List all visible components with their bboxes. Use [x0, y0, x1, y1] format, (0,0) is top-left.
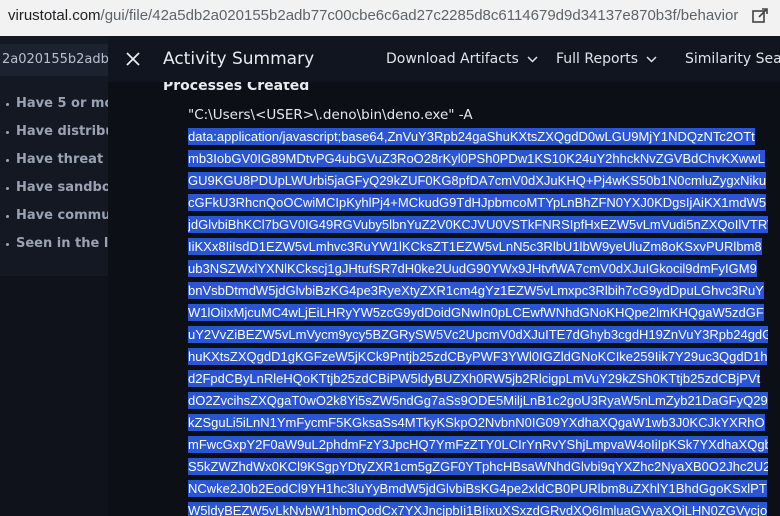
- sidebar-item-label: Have sandbox c: [16, 180, 108, 195]
- sidebar-item[interactable]: Have threat net: [0, 146, 108, 174]
- sidebar-item-label: Have communi: [16, 208, 108, 223]
- bullet-icon: [6, 103, 9, 106]
- download-artifacts-menu[interactable]: Download Artifacts: [386, 36, 538, 82]
- code-line: data:application/javascript;base64,ZnVuY…: [188, 128, 755, 145]
- code-line: S5kZWZhdWx0KCl9KSgpYDtyZXR1cm5gZGF0YTphc…: [188, 456, 768, 478]
- code-line: GU9KGU8PDUpLWUrbi5jaGFyQ29kZUF0KG8pfDA7c…: [188, 172, 767, 189]
- sidebar-item[interactable]: Have distributi: [0, 118, 108, 146]
- code-line: NCwke2J0b2EodCl9YH1hc3luYyBmdW5jdGlvbiBs…: [188, 480, 767, 497]
- bullet-icon: [6, 215, 9, 218]
- bullet-icon: [6, 243, 9, 246]
- similarity-search-menu[interactable]: Similarity Search: [685, 36, 780, 82]
- code-line: dO2ZvcihsZXQgaT0wO2k8Yi5sZW5ndGg7aSs9ODE…: [188, 392, 768, 409]
- close-icon[interactable]: [124, 50, 142, 68]
- url-path: /gui/file/42a5db2a020155b2adb77c00cbe6c6…: [100, 7, 739, 24]
- code-line: d2FpdCByLnRleHQoKTtjb25zdCBiPW5ldyBUZXh0…: [188, 370, 761, 387]
- process-command: "C:\Users\<USER>\.deno\bin\deno.exe" -A: [188, 107, 473, 123]
- url-host: virustotal.com: [8, 7, 101, 24]
- menu-label: Similarity Search: [685, 51, 780, 67]
- chevron-down-icon: [527, 55, 538, 63]
- code-line: cGFkU3RhcnQoOCwiMCIpKyhlPj4+MCkudG9TdHJp…: [188, 194, 767, 211]
- sidebar-item[interactable]: Have communi: [0, 202, 108, 230]
- address-url[interactable]: virustotal.com/gui/file/42a5db2a020155b2…: [8, 0, 738, 32]
- full-reports-menu[interactable]: Full Reports: [556, 36, 657, 82]
- sidebar-file-hash[interactable]: 2a020155b2adb77: [0, 44, 108, 76]
- section-title: Processes Created: [163, 82, 310, 94]
- sidebar-item[interactable]: Have 5 or more: [0, 90, 108, 118]
- sidebar-lower-panel: [0, 276, 108, 516]
- bullet-icon: [6, 159, 9, 162]
- browser-address-bar[interactable]: virustotal.com/gui/file/42a5db2a020155b2…: [0, 0, 780, 37]
- sidebar: 2a020155b2adb77 Have 5 or more Have dist…: [0, 36, 108, 516]
- sidebar-item-label: Have threat net: [16, 152, 108, 167]
- sidebar-item-label: Seen in the last: [16, 236, 108, 251]
- panel-title: Activity Summary: [163, 49, 315, 69]
- code-line: jdGlvbiBhKCl7bGV0IG49RGVuby5lbnYuZ2V0KCJ…: [188, 214, 768, 236]
- code-line: W5ldyBEZW5vLkNvbW1hbmQodCx7YXJncjpbIi1BI…: [188, 500, 768, 516]
- code-line: kZSguLi5iLnN1YmFycmF5KGksaSs4MTkyKSkpO2N…: [188, 414, 765, 431]
- menu-label: Full Reports: [556, 51, 639, 67]
- code-line: mFwcGxpY2F0aW9uL2phdmFzY3JpcHQ7YmFzZTY0L…: [188, 434, 768, 456]
- activity-summary-header: Activity Summary Download Artifacts Full…: [108, 36, 780, 83]
- bullet-icon: [6, 131, 9, 134]
- bullet-icon: [6, 187, 9, 190]
- processes-created-section: Processes Created "C:\Users\<USER>\.deno…: [108, 82, 780, 516]
- code-line: W1lOiIxMjcuMC4wLjEiLHRyYW5zcG9ydDoidGNwI…: [188, 304, 764, 321]
- sidebar-item[interactable]: Have sandbox c: [0, 174, 108, 202]
- code-line: uY2VvZiBEZW5vLmVycm9ycy5BZGRySW5Vc2UpcmV…: [188, 324, 768, 346]
- open-external-icon[interactable]: [750, 6, 770, 26]
- sidebar-item-label: Have 5 or more: [16, 96, 108, 111]
- code-line: bnVsbDtmdW5jdGlvbiBzKG4pe3RyeXtyZXR1cm4g…: [188, 282, 764, 299]
- chevron-down-icon: [646, 55, 657, 63]
- code-line: ub3NSZWxlYXNlKCkscj1gJHtufSR7dH0ke2UudG9…: [188, 260, 757, 277]
- code-line: huKXtsZXQgdD1gKGFzeW5jKCk9Pntjb25zdCByPW…: [188, 348, 768, 365]
- menu-label: Download Artifacts: [386, 51, 519, 67]
- code-line: IiKXx8IiIsdD1EZW5vLmhvc3RuYW1lKCksZT1EZW…: [188, 238, 762, 255]
- sidebar-item[interactable]: Seen in the last: [0, 230, 108, 258]
- selected-code-block[interactable]: data:application/javascript;base64,ZnVuY…: [188, 126, 768, 516]
- code-line: mb3IobGV0IG89MDtvPG4ubGVuZ3RoO28rKyl0PSh…: [188, 150, 765, 167]
- sidebar-item-label: Have distributi: [16, 124, 108, 139]
